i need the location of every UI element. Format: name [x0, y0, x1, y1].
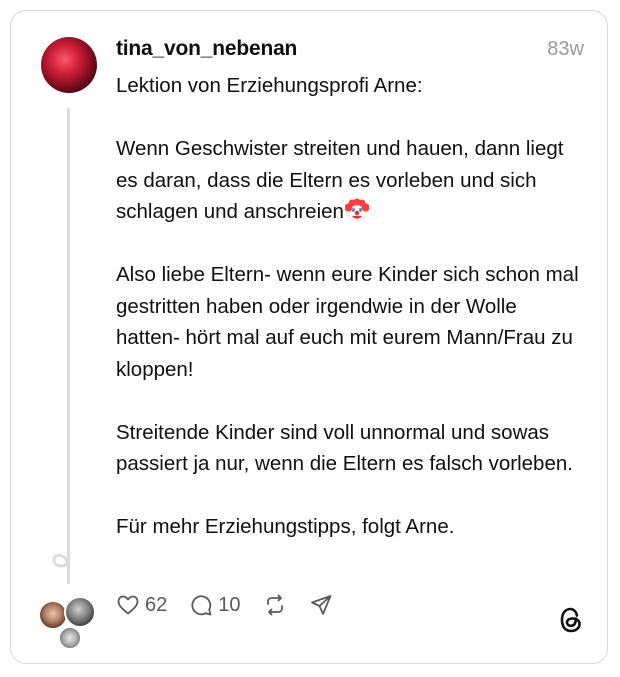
- repost-icon: [266, 594, 283, 616]
- like-count: 62: [145, 593, 168, 616]
- profile-avatar[interactable]: [41, 37, 97, 93]
- thread-line: [67, 108, 70, 568]
- heart-icon: [117, 595, 139, 615]
- clown-face-icon: [344, 198, 369, 222]
- reply-count: 10: [218, 593, 241, 616]
- thread-loop-icon: [52, 544, 70, 584]
- reply-button[interactable]: 10: [189, 593, 241, 617]
- post-text-part1: Lektion von Erziehungsprofi Arne: Wenn G…: [116, 74, 564, 223]
- post-text-part2: Also liebe Eltern- wenn eure Kinder sich…: [116, 263, 579, 538]
- action-bar: 62 10: [116, 592, 355, 618]
- share-icon: [310, 595, 331, 615]
- username[interactable]: tina_von_nebenan: [116, 37, 297, 61]
- share-button[interactable]: [309, 593, 333, 617]
- like-button[interactable]: 62: [116, 593, 167, 617]
- reply-avatar[interactable]: [64, 596, 96, 628]
- reply-avatar[interactable]: [58, 626, 82, 650]
- post-timestamp: 83w: [547, 38, 584, 60]
- repost-button[interactable]: [263, 593, 287, 617]
- threads-logo-icon[interactable]: [558, 606, 584, 634]
- comment-icon: [191, 595, 212, 616]
- post-text: Lektion von Erziehungsprofi Arne: Wenn G…: [116, 70, 586, 543]
